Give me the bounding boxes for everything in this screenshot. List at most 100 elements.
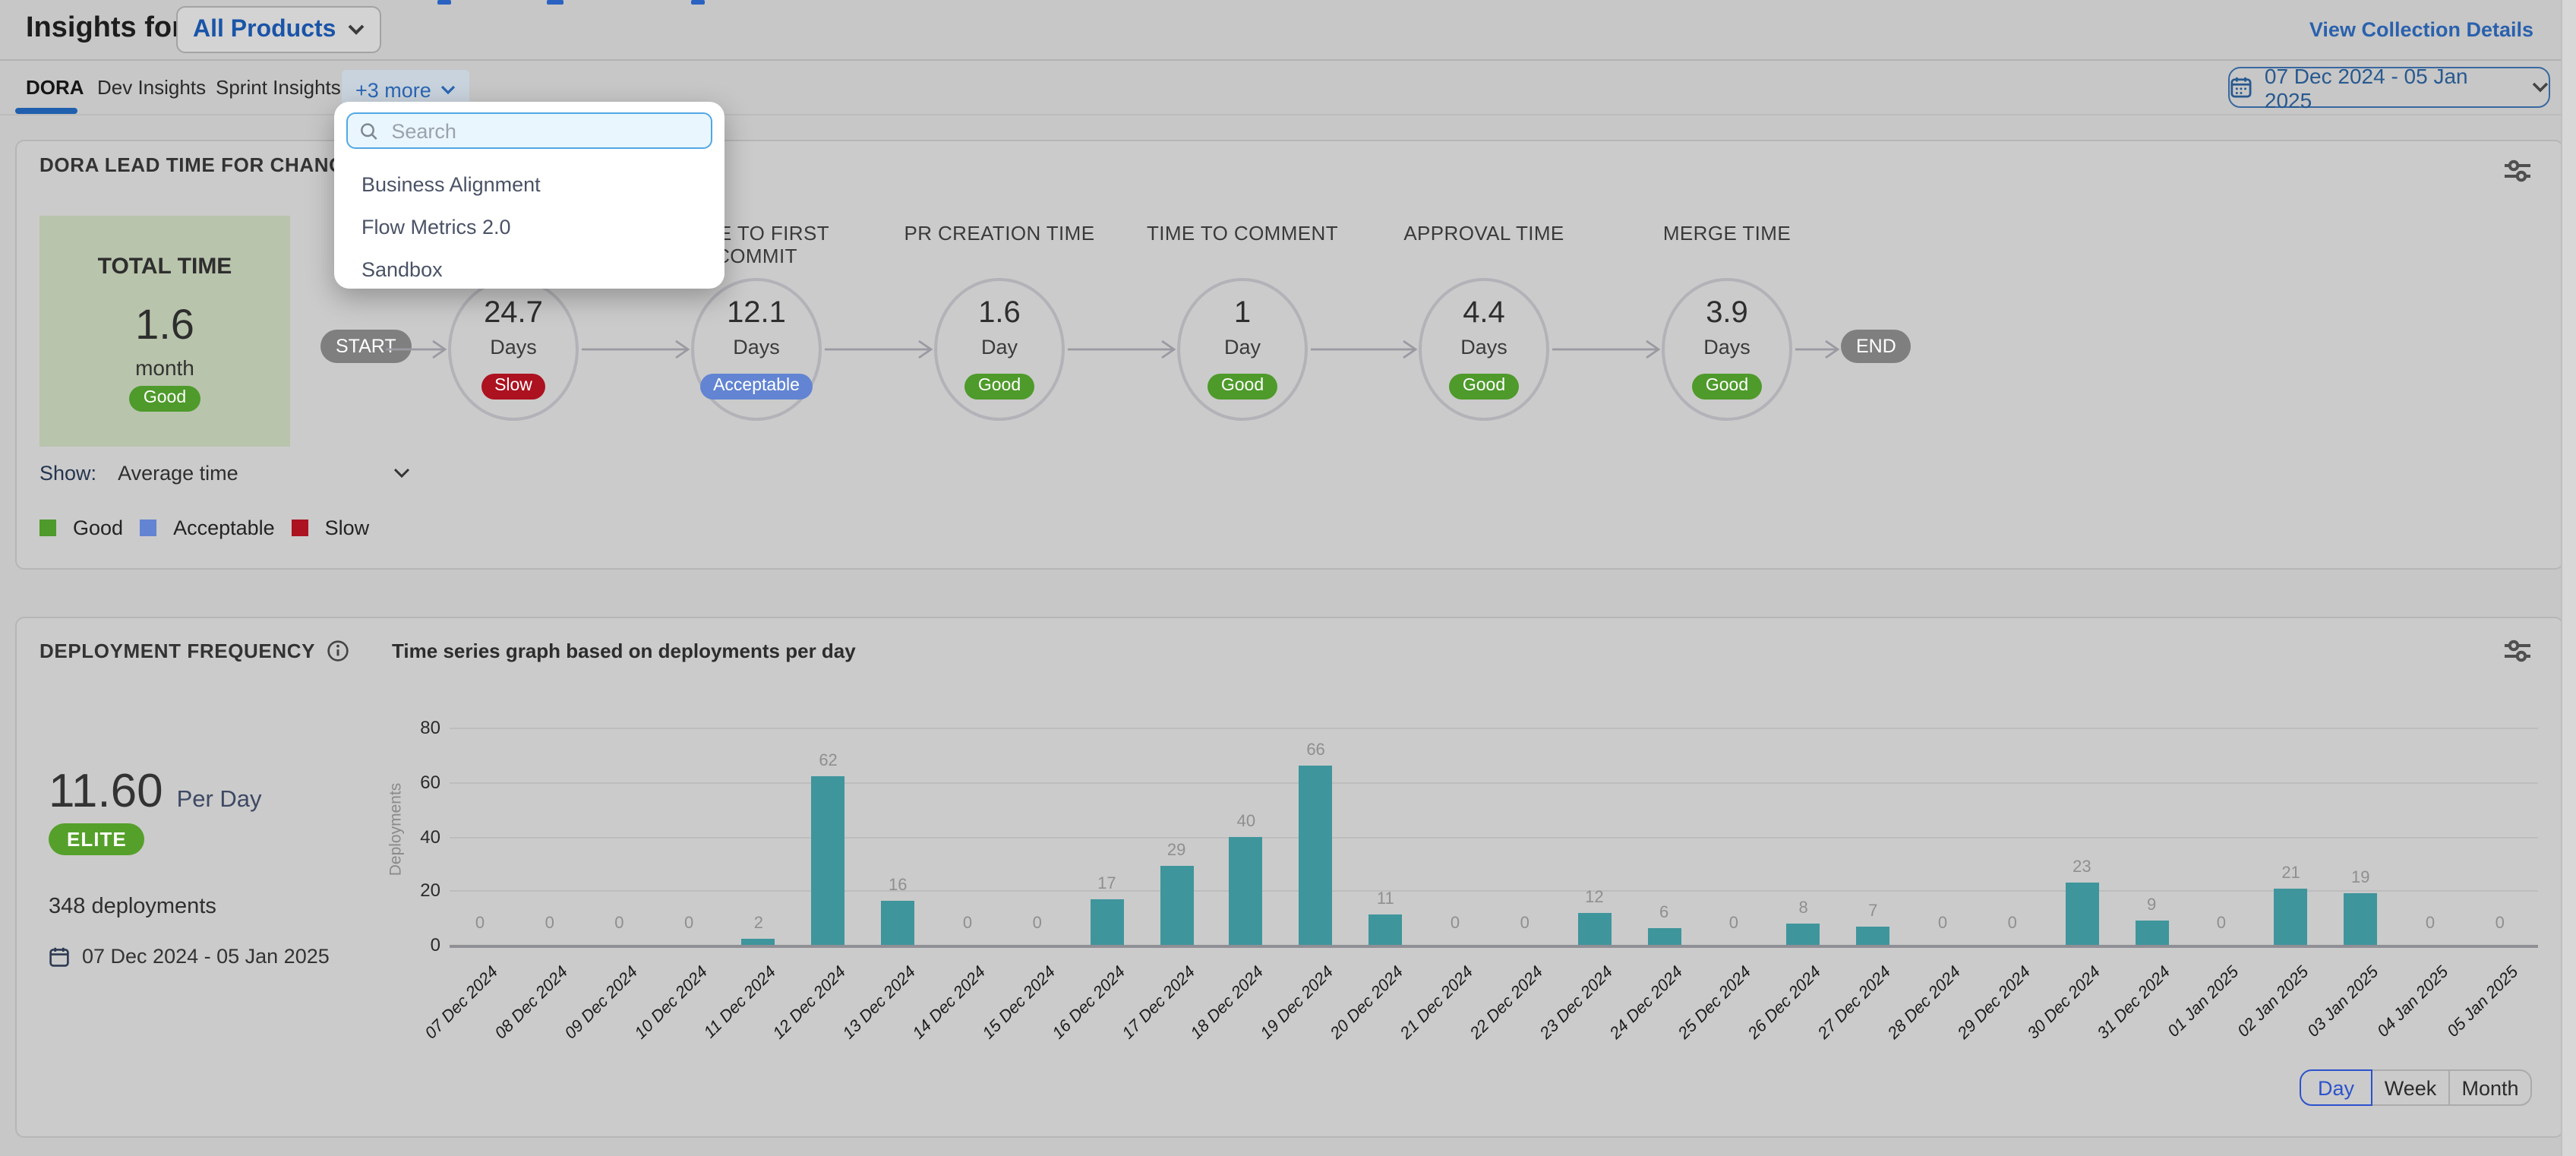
gridline <box>450 728 2538 729</box>
status-badge: Good <box>1208 373 1277 399</box>
stage-value: 24.7 <box>445 296 582 331</box>
stage-unit: Days <box>445 336 582 358</box>
total-time-status: Good <box>39 383 290 411</box>
deployment-bar <box>2344 893 2377 945</box>
active-tab-underline <box>15 108 77 113</box>
date-range-button[interactable]: 07 Dec 2024 - 05 Jan 2025 <box>2228 67 2550 108</box>
bar-value-label: 8 <box>1773 899 1834 917</box>
bar-value-label: 66 <box>1286 741 1346 760</box>
status-legend: GoodAcceptableSlow <box>39 516 369 539</box>
bar-value-label: 0 <box>1495 914 1555 933</box>
scrollbar[interactable] <box>2561 0 2576 1156</box>
bar-value-label: 7 <box>1842 902 1903 920</box>
bar-value-label: 0 <box>450 914 510 933</box>
granularity-week-button[interactable]: Week <box>2371 1069 2450 1106</box>
deployment-bar <box>881 902 914 945</box>
status-badge: Good <box>130 385 200 411</box>
bar-value-label: 11 <box>1355 891 1416 909</box>
granularity-month-button[interactable]: Month <box>2448 1069 2532 1106</box>
bar-value-label: 23 <box>2051 858 2112 876</box>
bar-value-label: 62 <box>798 753 859 771</box>
cropped-top-text <box>547 0 564 5</box>
tab-sprint-insights[interactable]: Sprint Insights <box>216 76 341 99</box>
widget-settings-icon[interactable] <box>2503 638 2532 664</box>
more-tabs-dropdown: Business Alignment Flow Metrics 2.0 Sand… <box>334 102 724 289</box>
chevron-down-icon <box>348 24 365 35</box>
flow-end-pill: END <box>1841 330 1911 363</box>
deployment-bar <box>2275 888 2308 945</box>
bar-value-label: 19 <box>2330 869 2391 887</box>
bar-value-label: 0 <box>1425 914 1485 933</box>
y-tick-label: 40 <box>395 826 440 847</box>
collection-selector-button[interactable]: All Products <box>176 6 381 53</box>
calendar-icon <box>49 946 70 967</box>
legend-swatch <box>292 520 308 536</box>
deployment-range: 07 Dec 2024 - 05 Jan 2025 <box>82 945 330 968</box>
stage-status-wrap: Slow <box>445 371 582 399</box>
stage-status-wrap: Acceptable <box>688 371 825 399</box>
cropped-top-text <box>691 0 705 5</box>
gridline <box>450 836 2538 838</box>
stage-value: 3.9 <box>1659 296 1795 331</box>
chevron-down-icon <box>440 85 456 94</box>
legend-swatch <box>140 520 156 536</box>
widget-settings-icon[interactable] <box>2503 158 2532 184</box>
stage-label: APPROVAL TIME <box>1385 222 1583 245</box>
deployment-bar <box>812 777 845 945</box>
rate-unit: Per Day <box>177 787 262 814</box>
chevron-down-icon <box>2532 82 2549 93</box>
info-icon[interactable] <box>326 640 349 662</box>
stage-status-wrap: Good <box>1416 371 1552 399</box>
collection-selector-label: All Products <box>193 16 336 43</box>
deployment-card-title: DEPLOYMENT FREQUENCY <box>39 640 315 662</box>
show-selector-row: Show: Average time <box>39 462 410 485</box>
tab-dora[interactable]: DORA <box>26 76 84 99</box>
granularity-day-button[interactable]: Day <box>2300 1069 2372 1106</box>
cropped-top-text <box>437 0 451 5</box>
bar-value-label: 0 <box>1007 914 1068 933</box>
bar-value-label: 0 <box>937 914 998 933</box>
bar-value-label: 0 <box>2470 914 2530 933</box>
bar-value-label: 40 <box>1216 812 1277 830</box>
deployment-bar <box>2065 883 2098 945</box>
show-select[interactable]: Average time <box>118 462 238 485</box>
stage-value: 12.1 <box>688 296 825 331</box>
deployment-bar <box>742 940 775 945</box>
status-badge: Good <box>964 373 1034 399</box>
bar-value-label: 0 <box>2400 914 2461 933</box>
dropdown-search[interactable] <box>346 112 712 149</box>
bar-value-label: 2 <box>728 915 789 933</box>
dropdown-item-flow-metrics[interactable]: Flow Metrics 2.0 <box>334 205 724 248</box>
legend-swatch <box>39 520 56 536</box>
show-label: Show: <box>39 462 96 485</box>
search-input[interactable] <box>388 118 699 144</box>
status-badge: Slow <box>481 373 546 399</box>
tab-dev-insights[interactable]: Dev Insights <box>97 76 206 99</box>
legend-label: Acceptable <box>173 516 275 539</box>
bar-value-label: 0 <box>1982 914 2043 933</box>
bar-value-label: 9 <box>2121 896 2182 914</box>
deployment-bar <box>1160 866 1193 945</box>
bar-value-label: 29 <box>1146 842 1207 860</box>
more-tabs-label: +3 more <box>355 78 431 101</box>
legend-label: Good <box>73 516 123 539</box>
bar-value-label: 0 <box>658 914 719 933</box>
stage-label: MERGE TIME <box>1628 222 1826 245</box>
stage-value: 1 <box>1174 296 1311 331</box>
deployment-bar <box>1090 899 1123 945</box>
date-range-label: 07 Dec 2024 - 05 Jan 2025 <box>2265 63 2520 112</box>
dropdown-item-business-alignment[interactable]: Business Alignment <box>334 163 724 205</box>
view-collection-details-link[interactable]: View Collection Details <box>2309 18 2533 41</box>
stage-unit: Days <box>688 336 825 358</box>
chart-subtitle: Time series graph based on deployments p… <box>392 640 856 662</box>
x-axis-line <box>450 945 2538 948</box>
stage-unit: Days <box>1659 336 1795 358</box>
y-tick-label: 20 <box>395 880 440 902</box>
chevron-down-icon[interactable] <box>393 468 410 479</box>
status-badge: Acceptable <box>699 373 813 399</box>
total-time-unit: month <box>39 355 290 380</box>
search-icon <box>360 121 377 141</box>
y-tick-label: 60 <box>395 772 440 793</box>
dropdown-item-sandbox[interactable]: Sandbox <box>334 248 724 290</box>
deployment-rate: 11.60 Per Day <box>49 764 262 819</box>
